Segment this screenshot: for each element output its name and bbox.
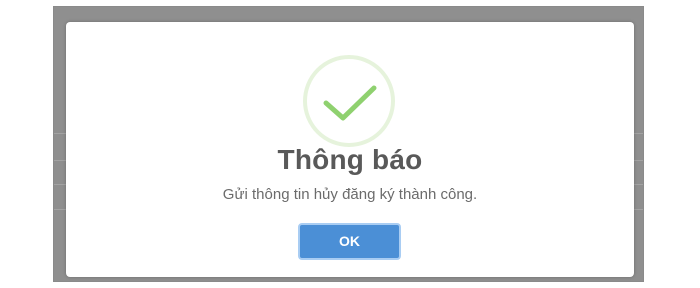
ok-button[interactable]: OK — [298, 223, 401, 260]
success-dialog: Thông báo Gửi thông tin hủy đăng ký thàn… — [66, 22, 634, 277]
success-check-icon — [302, 54, 396, 148]
dialog-title: Thông báo — [277, 144, 423, 175]
dialog-message: Gửi thông tin hủy đăng ký thành công. — [222, 186, 478, 203]
